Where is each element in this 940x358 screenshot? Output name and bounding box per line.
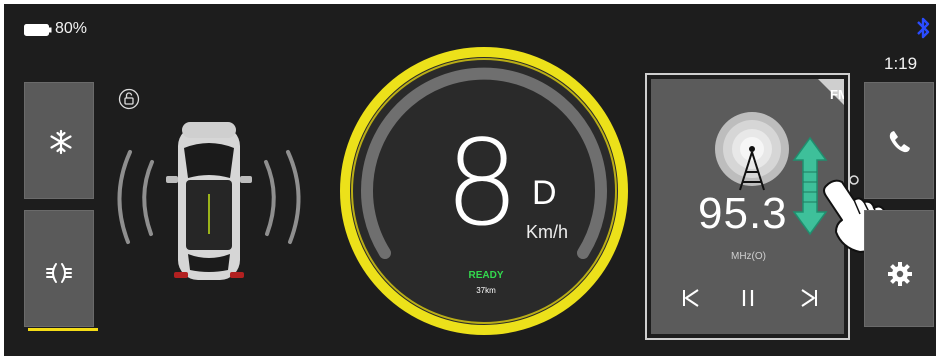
car-top-view (166, 122, 252, 280)
speed-value: 8 (444, 114, 520, 252)
left-inner-sensor-arc (142, 160, 154, 236)
right-outer-sensor-arc (286, 150, 301, 244)
ready-status: READY (468, 270, 504, 281)
previous-icon[interactable] (678, 286, 704, 310)
next-icon[interactable] (796, 286, 822, 310)
pause-icon[interactable] (735, 286, 761, 310)
clock-time: 1:19 (884, 54, 918, 73)
battery-icon (24, 24, 52, 36)
right-inner-sensor-arc (264, 160, 276, 236)
infotainment-screen: 80% 1:19 8 D Km/h READY 37km FM 95.3 MHz… (4, 4, 936, 356)
phone-icon (889, 131, 910, 153)
radio-frequency: 95.3 (698, 189, 788, 238)
driving-range: 37km (476, 286, 496, 295)
radio-tower-icon (715, 112, 789, 191)
frequency-unit: MHz(O) (731, 251, 766, 262)
gear-indicator: D (532, 174, 557, 212)
battery-percent: 80% (55, 20, 88, 37)
gear-icon (888, 262, 912, 286)
parking-sensor-view (117, 122, 301, 280)
defrost-active-indicator (28, 328, 98, 331)
defrost-button[interactable] (24, 210, 94, 327)
settings-button[interactable] (864, 210, 934, 327)
phone-button[interactable] (864, 82, 934, 199)
speed-unit: Km/h (526, 222, 569, 242)
bluetooth-icon[interactable] (915, 16, 931, 40)
climate-button[interactable] (24, 82, 94, 199)
left-outer-sensor-arc (117, 150, 132, 244)
band-label: FM (830, 87, 844, 102)
unlock-icon[interactable] (118, 88, 140, 110)
defrost-icon (46, 263, 72, 283)
snowflake-icon (50, 129, 72, 155)
